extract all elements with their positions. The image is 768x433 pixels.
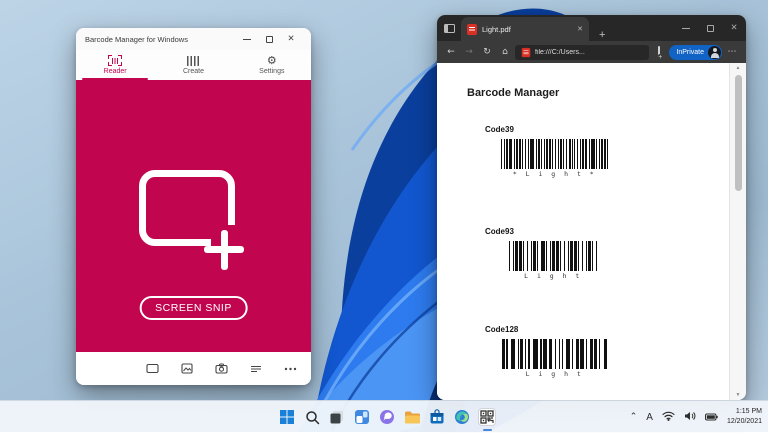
- tab-settings[interactable]: ⚙ Settings: [233, 50, 311, 80]
- tab-settings-label: Settings: [259, 68, 284, 75]
- tab-title: Light.pdf: [482, 25, 572, 34]
- tab-reader[interactable]: Reader: [76, 50, 154, 80]
- barcode-scan-icon: [108, 55, 122, 66]
- app-bottom-toolbar: [76, 352, 311, 385]
- address-url: file:///C:/Users...: [535, 49, 585, 56]
- edge-tabbar: Light.pdf ✕ + ✕: [437, 15, 746, 41]
- barcode-type-label: Code93: [485, 227, 597, 236]
- chat-icon[interactable]: [378, 405, 396, 429]
- taskbar: ⌃ A 1:15 PM 12/20/2021: [0, 400, 768, 432]
- home-icon[interactable]: ⌂: [497, 47, 513, 57]
- taskbar-tray: ⌃ A 1:15 PM 12/20/2021: [630, 401, 762, 433]
- edge-close-button[interactable]: ✕: [722, 18, 746, 38]
- barcode-section-code93: Code93 L i g h t: [485, 227, 597, 280]
- file-explorer-icon[interactable]: [403, 405, 421, 429]
- chevron-up-icon[interactable]: ⌃: [630, 412, 638, 422]
- refresh-icon[interactable]: ↻: [479, 47, 495, 57]
- favorites-add-icon[interactable]: [651, 47, 667, 57]
- profile-avatar: [708, 46, 721, 59]
- scroll-down-icon[interactable]: ▼: [736, 390, 741, 400]
- store-icon[interactable]: [428, 405, 446, 429]
- wifi-icon[interactable]: [662, 408, 675, 426]
- barcode-value: L i g h t: [502, 370, 607, 378]
- edge-minimize-button[interactable]: [674, 18, 698, 38]
- edge-maximize-button[interactable]: [698, 18, 722, 38]
- barcode-image: [501, 139, 608, 169]
- app-minimize-button[interactable]: [236, 31, 258, 47]
- desktop-wallpaper: Barcode Manager for Windows ✕ Reader Cre…: [0, 0, 768, 432]
- app-window-title: Barcode Manager for Windows: [85, 35, 236, 44]
- tab-actions-menu-button[interactable]: [437, 15, 461, 41]
- tab-create[interactable]: Create: [154, 50, 232, 80]
- barcode-image: [502, 339, 607, 369]
- more-icon[interactable]: [284, 367, 297, 371]
- barcode-type-label: Code39: [485, 125, 608, 134]
- search-icon[interactable]: [303, 405, 321, 429]
- browser-tab-lightpdf[interactable]: Light.pdf ✕: [461, 17, 589, 41]
- app-maximize-button[interactable]: [258, 31, 280, 47]
- pdf-file-icon: [522, 47, 531, 56]
- barcode-manager-taskbar-icon[interactable]: [478, 405, 496, 429]
- barcode-section-code128: Code128 L i g h t: [485, 325, 607, 378]
- barcode-image: [509, 241, 597, 271]
- reader-panel: SCREEN SNIP: [76, 80, 311, 352]
- barcode-section-code39: Code39 * L i g h t *: [485, 125, 608, 178]
- scroll-up-icon[interactable]: ▲: [736, 63, 741, 73]
- barcode-manager-window: Barcode Manager for Windows ✕ Reader Cre…: [76, 28, 311, 385]
- start-button[interactable]: [278, 405, 296, 429]
- app-tabstrip: Reader Create ⚙ Settings: [76, 50, 311, 80]
- barcode-type-label: Code128: [485, 325, 607, 334]
- edge-icon[interactable]: [453, 405, 471, 429]
- screen-snip-icon[interactable]: [146, 363, 159, 374]
- image-file-icon[interactable]: [181, 363, 193, 374]
- pdf-page: Barcode Manager Code39 * L i g h t * Cod…: [437, 63, 730, 400]
- history-list-icon[interactable]: [250, 364, 262, 374]
- tab-create-label: Create: [183, 68, 204, 75]
- tab-close-icon[interactable]: ✕: [577, 25, 583, 33]
- battery-icon[interactable]: [705, 408, 718, 426]
- scrollbar-thumb[interactable]: [735, 75, 742, 191]
- settings-more-icon[interactable]: ⋯: [724, 47, 740, 57]
- taskbar-clock[interactable]: 1:15 PM 12/20/2021: [727, 407, 762, 427]
- clock-time: 1:15 PM: [727, 407, 762, 417]
- pdf-file-icon: [467, 24, 477, 35]
- ime-indicator[interactable]: A: [646, 412, 653, 423]
- app-close-button[interactable]: ✕: [280, 31, 302, 47]
- active-app-indicator: [483, 429, 492, 432]
- barcode-value: L i g h t: [509, 272, 597, 280]
- camera-icon[interactable]: [215, 363, 228, 374]
- barcode-value: * L i g h t *: [501, 170, 608, 178]
- clock-date: 12/20/2021: [727, 417, 762, 427]
- tab-reader-label: Reader: [104, 68, 127, 75]
- edge-navbar: ← → ↻ ⌂ file:///C:/Users... InPrivate ⋯: [437, 41, 746, 63]
- taskbar-center-icons: [278, 401, 496, 433]
- barcode-icon: [187, 56, 199, 66]
- gear-icon: ⚙: [267, 55, 277, 66]
- new-tab-button[interactable]: +: [599, 30, 605, 41]
- forward-icon[interactable]: →: [461, 47, 477, 57]
- inprivate-badge[interactable]: InPrivate: [669, 45, 722, 60]
- scrollbar[interactable]: ▲ ▼: [730, 63, 746, 400]
- app-titlebar[interactable]: Barcode Manager for Windows ✕: [76, 28, 311, 50]
- inprivate-label: InPrivate: [676, 49, 704, 56]
- back-icon[interactable]: ←: [443, 47, 459, 57]
- volume-icon[interactable]: [684, 408, 696, 426]
- screen-snip-button[interactable]: SCREEN SNIP: [139, 296, 248, 320]
- task-view-button[interactable]: [328, 405, 346, 429]
- pdf-viewer: Barcode Manager Code39 * L i g h t * Cod…: [437, 63, 746, 400]
- pdf-heading: Barcode Manager: [467, 87, 559, 99]
- edge-browser-window: Light.pdf ✕ + ✕ ← → ↻ ⌂ file:///C:/Users…: [437, 15, 746, 400]
- widgets-button[interactable]: [353, 405, 371, 429]
- tab-actions-icon: [444, 24, 455, 33]
- address-bar[interactable]: file:///C:/Users...: [515, 45, 649, 60]
